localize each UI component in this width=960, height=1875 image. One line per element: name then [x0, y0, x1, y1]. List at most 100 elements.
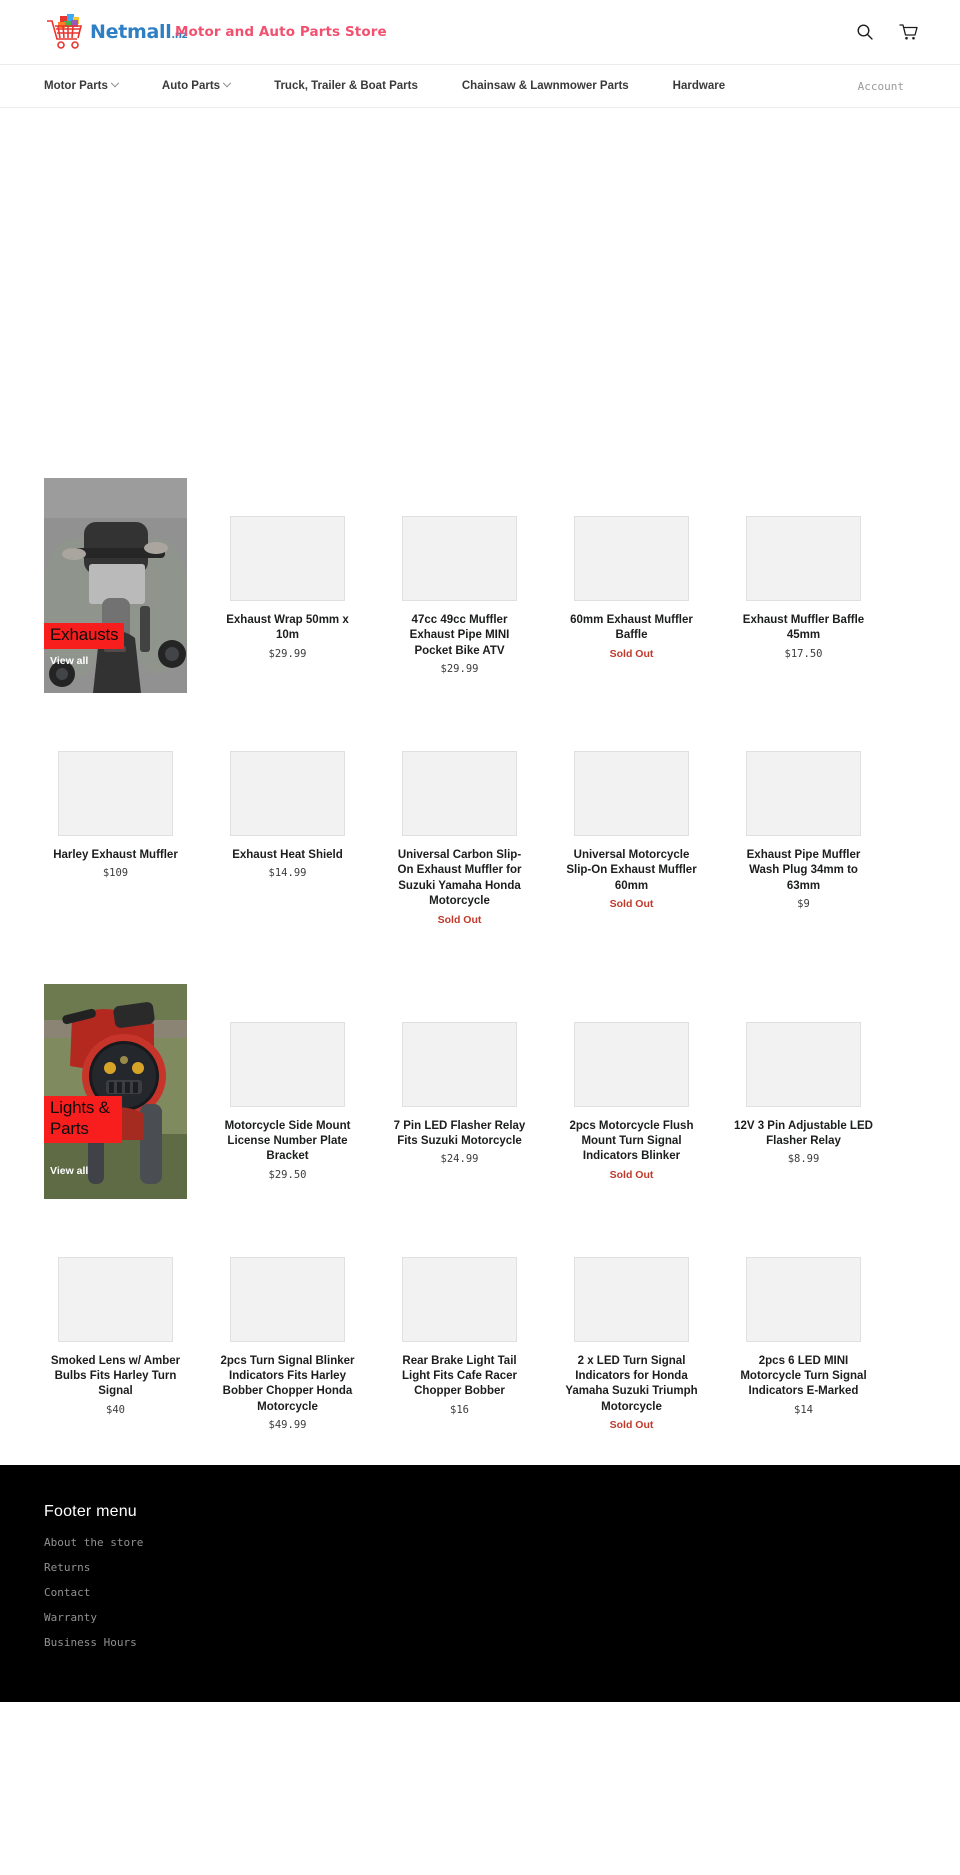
nav-item-motor-parts[interactable]: Motor Parts	[44, 78, 162, 92]
product-price: $9	[797, 898, 810, 911]
product-title[interactable]: 12V 3 Pin Adjustable LED Flasher Relay	[732, 1119, 875, 1150]
site-logo[interactable]: Netmall.nz	[44, 12, 188, 52]
product-price: $29.50	[268, 1168, 307, 1181]
product-title[interactable]: 2pcs 6 LED MINI Motorcycle Turn Signal I…	[732, 1354, 875, 1400]
product-title[interactable]: 2pcs Turn Signal Blinker Indicators Fits…	[216, 1354, 359, 1416]
product-card[interactable]: 2 x LED Turn Signal Indicators for Honda…	[560, 1256, 703, 1432]
product-card[interactable]: 7 Pin LED Flasher Relay Fits Suzuki Moto…	[388, 984, 531, 1165]
product-image-placeholder[interactable]	[402, 1021, 517, 1107]
product-price: $16	[450, 1403, 469, 1416]
product-card[interactable]: Rear Brake Light Tail Light Fits Cafe Ra…	[388, 1256, 531, 1416]
product-image-placeholder[interactable]	[58, 1256, 173, 1342]
product-title[interactable]: Universal Motorcycle Slip-On Exhaust Muf…	[560, 848, 703, 894]
collection-card-lights-parts[interactable]: Lights & Parts View all	[44, 983, 187, 1199]
store-tagline: Motor and Auto Parts Store	[175, 24, 387, 40]
product-title[interactable]: 2pcs Motorcycle Flush Mount Turn Signal …	[560, 1119, 703, 1165]
chevron-down-icon	[222, 78, 232, 88]
product-title[interactable]: 7 Pin LED Flasher Relay Fits Suzuki Moto…	[388, 1119, 531, 1150]
product-image-placeholder[interactable]	[746, 751, 861, 836]
row-spacer	[44, 1199, 916, 1257]
product-image-placeholder[interactable]	[230, 1021, 345, 1107]
collection-view-all-link[interactable]: View all	[50, 1165, 88, 1177]
product-card[interactable]: Exhaust Wrap 50mm x 10m $29.99	[216, 478, 359, 660]
sold-out-badge: Sold Out	[609, 1419, 654, 1432]
product-image-placeholder[interactable]	[402, 1256, 517, 1342]
product-row: Exhausts View all Exhaust Wrap 50mm x 10m $…	[44, 478, 916, 693]
brand-name: Netmall.nz	[90, 20, 188, 43]
product-price: $17.50	[784, 647, 823, 660]
product-card[interactable]: 12V 3 Pin Adjustable LED Flasher Relay $8…	[732, 984, 875, 1166]
product-title[interactable]: Rear Brake Light Tail Light Fits Cafe Ra…	[388, 1354, 531, 1400]
nav-label: Auto Parts	[161, 80, 221, 92]
product-image-placeholder[interactable]	[402, 751, 517, 836]
search-icon[interactable]	[854, 21, 876, 43]
nav-item-chainsaw-lawnmower-parts[interactable]: Chainsaw & Lawnmower Parts	[462, 80, 673, 92]
sold-out-badge: Sold Out	[609, 647, 654, 660]
product-card[interactable]: 2pcs 6 LED MINI Motorcycle Turn Signal I…	[732, 1256, 875, 1416]
footer-link[interactable]: Warranty	[44, 1612, 916, 1623]
nav-label: Chainsaw & Lawnmower Parts	[461, 80, 629, 92]
product-card[interactable]: Smoked Lens w/ Amber Bulbs Fits Harley T…	[44, 1256, 187, 1416]
collection-card-exhausts[interactable]: Exhausts View all	[44, 478, 187, 693]
product-card[interactable]: Exhaust Muffler Baffle 45mm $17.50	[732, 478, 875, 660]
product-image-placeholder[interactable]	[746, 516, 861, 601]
product-title[interactable]: Smoked Lens w/ Amber Bulbs Fits Harley T…	[44, 1354, 187, 1400]
product-title[interactable]: 60mm Exhaust Muffler Baffle	[560, 613, 703, 644]
product-row: Harley Exhaust Muffler $109 Exhaust Heat S…	[44, 751, 916, 926]
product-price: $14	[794, 1403, 813, 1416]
nav-label: Motor Parts	[44, 80, 108, 92]
footer-link[interactable]: Business Hours	[44, 1637, 916, 1648]
product-card[interactable]: Exhaust Pipe Muffler Wash Plug 34mm to 6…	[732, 751, 875, 910]
product-image-placeholder[interactable]	[230, 1256, 345, 1342]
product-price: $40	[106, 1403, 125, 1416]
product-card[interactable]: Universal Motorcycle Slip-On Exhaust Muf…	[560, 751, 703, 910]
product-title[interactable]: Exhaust Heat Shield	[216, 848, 359, 863]
nav-item-auto-parts[interactable]: Auto Parts	[161, 78, 274, 92]
cart-icon[interactable]	[898, 21, 920, 43]
sold-out-badge: Sold Out	[437, 913, 482, 926]
product-title[interactable]: Universal Carbon Slip-On Exhaust Muffler…	[388, 848, 531, 910]
row-spacer	[44, 926, 916, 984]
product-title[interactable]: Exhaust Wrap 50mm x 10m	[216, 613, 359, 644]
product-card[interactable]: 2pcs Turn Signal Blinker Indicators Fits…	[216, 1256, 359, 1431]
product-title[interactable]: Exhaust Pipe Muffler Wash Plug 34mm to 6…	[732, 848, 875, 894]
footer-title: Footer menu	[44, 1503, 137, 1521]
product-price: $109	[102, 867, 129, 880]
product-price: $8.99	[787, 1153, 820, 1166]
product-title[interactable]: 2 x LED Turn Signal Indicators for Honda…	[560, 1354, 703, 1416]
product-image-placeholder[interactable]	[574, 516, 689, 601]
product-image-placeholder[interactable]	[574, 1021, 689, 1107]
product-price: $29.99	[440, 663, 479, 676]
footer-link[interactable]: Contact	[44, 1587, 916, 1598]
product-title[interactable]: Exhaust Muffler Baffle 45mm	[732, 613, 875, 644]
collection-view-all-link[interactable]: View all	[50, 655, 88, 667]
product-card[interactable]: 47cc 49cc Muffler Exhaust Pipe MINI Pock…	[388, 478, 531, 675]
footer-link[interactable]: About the store	[44, 1537, 916, 1548]
product-image-placeholder[interactable]	[746, 1021, 861, 1107]
empty-banner-area	[44, 108, 916, 478]
product-title[interactable]: Harley Exhaust Muffler	[44, 848, 187, 863]
product-title[interactable]: 47cc 49cc Muffler Exhaust Pipe MINI Pock…	[388, 613, 531, 659]
nav-label: Hardware	[672, 80, 726, 92]
product-card[interactable]: 60mm Exhaust Muffler Baffle Sold Out	[560, 478, 703, 660]
chevron-down-icon	[110, 78, 120, 88]
product-card[interactable]: Motorcycle Side Mount License Number Pla…	[216, 984, 359, 1181]
footer-link[interactable]: Returns	[44, 1562, 916, 1573]
product-image-placeholder[interactable]	[574, 751, 689, 836]
product-row: Lights & Parts View all Motorcycle Side Mo…	[44, 983, 916, 1199]
product-card[interactable]: Exhaust Heat Shield $14.99	[216, 751, 359, 879]
product-image-placeholder[interactable]	[230, 751, 345, 836]
product-title[interactable]: Motorcycle Side Mount License Number Pla…	[216, 1119, 359, 1165]
product-price: $29.99	[268, 647, 307, 660]
product-image-placeholder[interactable]	[58, 751, 173, 836]
product-image-placeholder[interactable]	[574, 1256, 689, 1342]
product-card[interactable]: 2pcs Motorcycle Flush Mount Turn Signal …	[560, 984, 703, 1181]
account-link[interactable]: Account	[858, 80, 916, 93]
product-image-placeholder[interactable]	[746, 1256, 861, 1342]
product-card[interactable]: Universal Carbon Slip-On Exhaust Muffler…	[388, 751, 531, 926]
product-card[interactable]: Harley Exhaust Muffler $109	[44, 751, 187, 879]
nav-item-hardware[interactable]: Hardware	[673, 80, 769, 92]
product-image-placeholder[interactable]	[230, 516, 345, 601]
product-image-placeholder[interactable]	[402, 516, 517, 601]
nav-item-truck-trailer-boat-parts[interactable]: Truck, Trailer & Boat Parts	[274, 80, 462, 92]
